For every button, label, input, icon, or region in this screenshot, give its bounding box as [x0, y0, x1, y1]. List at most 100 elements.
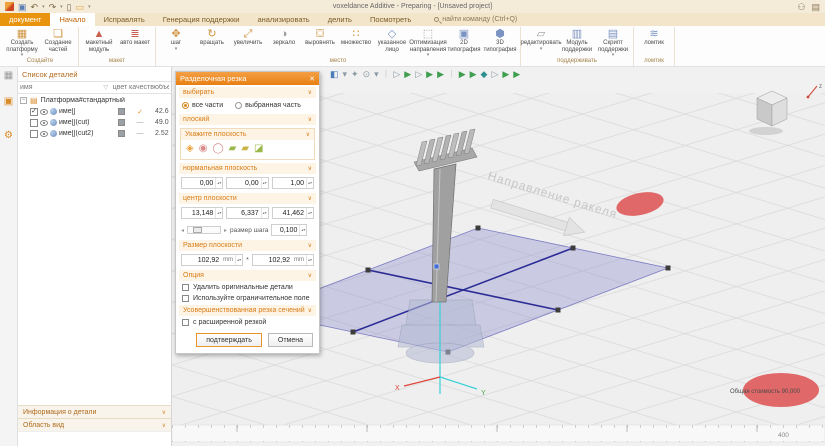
spinner-icon[interactable]: ▴▾ [261, 178, 268, 188]
viewport-tool-icon[interactable]: ▶ [437, 69, 444, 79]
part-info-bar[interactable]: Информация о детали ∨ [18, 405, 171, 418]
checkbox-bounding-box[interactable]: Используйте ограничительное поле [176, 292, 319, 303]
open-dropdown-icon[interactable]: ▾ [88, 4, 91, 10]
viewport-tool-icon[interactable]: ◧ [330, 69, 339, 79]
checkbox-delete-originals[interactable]: Удалить оригинальные детали [176, 281, 319, 292]
ribbon-tab[interactable]: Генерация поддержки [154, 13, 249, 26]
section-planar[interactable]: плоский∨ [179, 114, 316, 125]
spinner-icon[interactable]: ▴▾ [299, 225, 306, 235]
ribbon-button[interactable]: ▲ макетный модуль [81, 27, 117, 53]
ribbon-button[interactable]: ◑ зеркало [266, 27, 302, 47]
checkbox-extended-cut[interactable]: с расширенной резкой [176, 316, 319, 327]
viewport-tool-icon[interactable]: ▶ [470, 69, 477, 79]
step-slider[interactable] [187, 226, 221, 234]
ribbon-tab[interactable]: документ [0, 13, 50, 26]
layout-icon[interactable]: ▤ [811, 2, 820, 12]
radio-all-parts[interactable]: все части [182, 102, 223, 109]
plane-mode-icon[interactable]: ◉ [199, 143, 208, 155]
ribbon-button[interactable]: ▣ 2D типография [446, 27, 482, 53]
ribbon-button[interactable]: ▱ редактировать ▾ [523, 27, 559, 51]
color-chip[interactable] [118, 130, 125, 137]
section-options[interactable]: Опция∨ [179, 270, 316, 281]
part-row[interactable]: име[](cut2) — 2.52 [18, 128, 171, 139]
area-view-bar[interactable]: Область вид ∨ [18, 418, 171, 431]
command-search[interactable]: найти команду (Ctrl+Q) [420, 13, 517, 26]
center-y-input[interactable]: 6,337▴▾ [226, 207, 268, 219]
ribbon-button[interactable]: ◇ указанное лицо [374, 27, 410, 53]
viewport-tool-icon[interactable]: ▾ [374, 69, 379, 79]
slider-thumb[interactable] [193, 227, 202, 233]
ribbon-tab[interactable]: анализировать [248, 13, 318, 26]
ribbon-button[interactable]: ✥ шаг ▾ [158, 27, 194, 51]
scene-tree-icon[interactable]: ▦ [4, 70, 13, 82]
viewport-tool-icon[interactable]: ✦ [351, 69, 359, 79]
ribbon-button[interactable]: ↻ вращать [194, 27, 230, 47]
expander-icon[interactable]: − [20, 97, 27, 104]
normal-x-input[interactable]: 0,00▴▾ [181, 177, 223, 189]
viewport-tool-icon[interactable]: ▷ [491, 69, 498, 79]
section-plane-size[interactable]: Размер плоскости∨ [179, 240, 316, 251]
visibility-checkbox[interactable] [30, 130, 38, 138]
normal-z-input[interactable]: 1,00▴▾ [272, 177, 314, 189]
parts-tool-icon[interactable]: ⚙ [4, 130, 13, 142]
redo-dropdown-icon[interactable]: ▾ [60, 4, 63, 10]
ribbon-button[interactable]: ⛋ выровнять [302, 27, 338, 47]
plane-mode-icon[interactable]: ◯ [212, 143, 223, 155]
section-advanced-cut[interactable]: Усовершенствованная резка сечений∨ [179, 305, 316, 316]
color-chip[interactable] [118, 108, 125, 115]
ribbon-button[interactable]: ❏ Создание частей [40, 27, 76, 53]
eye-icon[interactable] [40, 131, 48, 137]
column-quality[interactable]: качество [129, 84, 155, 91]
center-z-input[interactable]: 41,462▴▾ [272, 207, 314, 219]
new-document-icon[interactable]: ▯ [67, 2, 72, 12]
spinner-icon[interactable]: ▴▾ [306, 208, 313, 218]
viewport-tool-icon[interactable]: ❘ [448, 69, 455, 79]
slider-right-icon[interactable]: ▸ [224, 227, 227, 234]
ribbon-button[interactable]: ▦ Создать платформу ▾ [4, 27, 40, 57]
section-specify-plane[interactable]: Укажите плоскость∨ [181, 129, 314, 140]
viewport-tool-icon[interactable]: ▷ [415, 69, 422, 79]
viewport-tool-icon[interactable]: ⊙ [363, 69, 371, 79]
ribbon-tab[interactable]: Начало [50, 13, 94, 26]
plane-width-input[interactable]: 102,92mm▴▾ [181, 254, 243, 266]
close-icon[interactable]: ✕ [309, 75, 315, 83]
spinner-icon[interactable]: ▴▾ [215, 178, 222, 188]
ribbon-tab[interactable]: делить [319, 13, 361, 26]
viewport-tool-icon[interactable]: ▶ [513, 69, 520, 79]
spinner-icon[interactable]: ▴▾ [215, 208, 222, 218]
visibility-checkbox[interactable] [30, 119, 38, 127]
plane-height-input[interactable]: 102,92mm▴▾ [252, 254, 314, 266]
spinner-icon[interactable]: ▴▾ [235, 255, 242, 265]
slider-left-icon[interactable]: ◂ [181, 227, 184, 234]
ribbon-button[interactable]: ▥ Модуль поддержки [559, 27, 595, 53]
spinner-icon[interactable]: ▴▾ [306, 255, 313, 265]
ribbon-button[interactable]: ≣ авто макет [117, 27, 153, 47]
ribbon-button[interactable]: ▤ Скрипт поддержки ▾ [595, 27, 631, 57]
step-size-input[interactable]: 0,100▴▾ [271, 224, 307, 236]
spinner-icon[interactable]: ▴▾ [261, 208, 268, 218]
undo-dropdown-icon[interactable]: ▾ [42, 4, 45, 10]
model-grab-handle[interactable] [434, 264, 439, 269]
section-select[interactable]: выбирать∨ [179, 87, 316, 98]
viewport-tool-icon[interactable]: ◆ [481, 69, 488, 79]
spinner-icon[interactable]: ▴▾ [306, 178, 313, 188]
normal-y-input[interactable]: 0,00▴▾ [226, 177, 268, 189]
ribbon-button[interactable]: ⬢ 3D типография [482, 27, 518, 53]
ribbon-tab[interactable]: Посмотреть [361, 13, 420, 26]
cancel-button[interactable]: Отмена [268, 333, 313, 347]
color-chip[interactable] [118, 119, 125, 126]
plane-mode-icon[interactable]: ▰ [229, 143, 237, 155]
visibility-checkbox[interactable]: ✓ [30, 108, 38, 116]
center-x-input[interactable]: 13,148▴▾ [181, 207, 223, 219]
open-folder-icon[interactable]: ▭ [76, 2, 85, 12]
column-name[interactable]: имя [20, 84, 33, 91]
plane-mode-icon[interactable]: ▰ [241, 143, 249, 155]
ribbon-button[interactable]: ∷ множество [338, 27, 374, 47]
viewport-tool-icon[interactable]: ▶ [459, 69, 466, 79]
section-plane-center[interactable]: центр плоскости∨ [179, 193, 316, 204]
radio-selected-part[interactable]: выбранная часть [235, 102, 301, 109]
viewport-3d[interactable]: Направление ракеля [172, 67, 825, 446]
platform-row[interactable]: − ▤ Платформа#стандартный [18, 94, 171, 106]
redo-icon[interactable]: ↷ [49, 2, 57, 12]
section-plane-normal[interactable]: нормальная плоскость∨ [179, 163, 316, 174]
